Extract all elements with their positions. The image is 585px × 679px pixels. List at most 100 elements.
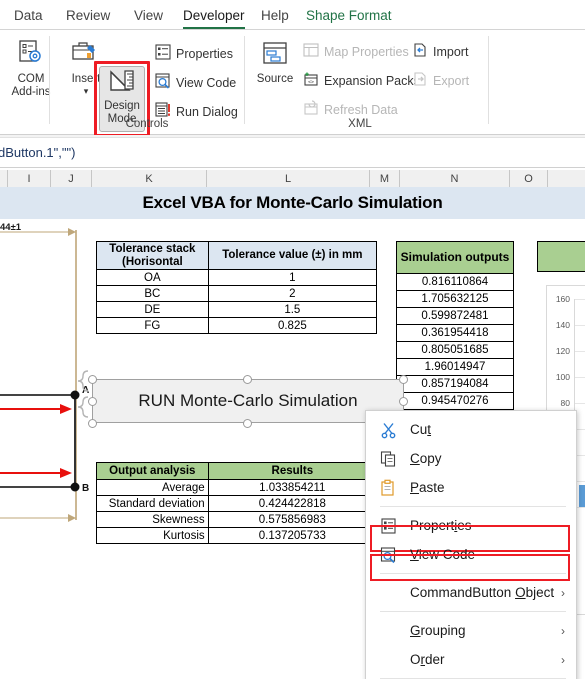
table-row[interactable]: 0.945470276 (396, 392, 514, 410)
histogram-bar (579, 485, 585, 507)
selection-handle-bottom-center[interactable] (243, 419, 252, 428)
column-header-j[interactable]: J (51, 170, 92, 187)
column-header-p[interactable] (548, 170, 585, 187)
selection-handle-top-center[interactable] (243, 375, 252, 384)
excel-window: Data Review View Developer Help Shape Fo… (0, 0, 585, 679)
table-row[interactable]: 0.857194084 (396, 375, 514, 393)
tolerance-row-value: 0.825 (207, 317, 378, 335)
svg-text:<>: <> (308, 80, 314, 86)
context-menu-item-properties[interactable]: Properties (366, 511, 576, 540)
analysis-row-name: Skewness (96, 511, 209, 528)
table-row[interactable]: 0.816110864 (396, 273, 514, 291)
ribbon-group-divider-1 (49, 36, 50, 124)
table-row[interactable]: 0.361954418 (396, 324, 514, 342)
context-menu-separator (380, 506, 566, 507)
design-mode-label-line1: Design (104, 100, 140, 113)
column-header-m[interactable]: M (370, 170, 400, 187)
properties-icon (380, 517, 397, 534)
export-icon (412, 71, 428, 90)
tab-help-label: Help (261, 7, 289, 23)
run-monte-carlo-button[interactable]: RUN Monte-Carlo Simulation (92, 379, 404, 423)
properties-icon (155, 44, 171, 63)
selection-handle-middle-left[interactable] (88, 397, 97, 406)
context-menu-item-commandbutton-object[interactable]: CommandButton Object › (366, 578, 576, 607)
gridline (575, 299, 585, 300)
formula-bar-text[interactable]: dButton.1","") (0, 145, 75, 160)
tab-shape-format[interactable]: Shape Format (300, 0, 398, 30)
column-header-row: I J K L M N O (0, 170, 585, 187)
tab-view[interactable]: View (128, 0, 169, 30)
column-header-l[interactable]: L (207, 170, 370, 187)
selection-handle-top-left[interactable] (88, 375, 97, 384)
column-header-k-label: K (145, 172, 153, 185)
column-header-k[interactable]: K (92, 170, 207, 187)
table-header-row: Simulation outputs (396, 241, 514, 274)
context-menu-label: Paste (410, 480, 445, 495)
context-menu-item-cut[interactable]: Cut (366, 415, 576, 444)
context-menu-item-paste[interactable]: Paste (366, 473, 576, 502)
view-code-ribbon-label: View Code (176, 75, 237, 90)
table-row[interactable]: 0.805051685 (396, 341, 514, 359)
table-row[interactable]: BC 2 (96, 285, 378, 303)
expansion-packs-icon: <> (303, 71, 319, 90)
analysis-row-value: 0.137205733 (207, 527, 378, 544)
context-menu[interactable]: Cut Copy Paste Properties View Code Comm… (365, 410, 577, 679)
simulation-output-value: 0.361954418 (396, 324, 514, 342)
table-row[interactable]: Standard deviation 0.424422818 (96, 495, 378, 512)
selection-handle-top-right[interactable] (399, 375, 408, 384)
table-row[interactable]: Average 1.033854211 (96, 479, 378, 496)
column-header-partial[interactable] (0, 170, 8, 187)
context-menu-item-view-code[interactable]: View Code (366, 540, 576, 569)
xml-source-button[interactable]: Source (250, 40, 300, 86)
y-axis-tick: 120 (555, 346, 570, 356)
ribbon-body: COM Add-ins Insert ▾ Design Mode Propert… (0, 30, 585, 137)
tolerance-row-value: 1 (207, 269, 378, 287)
output-analysis-header: Output analysis (96, 462, 209, 480)
table-row[interactable]: 1.705632125 (396, 290, 514, 308)
y-axis-tick: 140 (555, 320, 570, 330)
column-header-n[interactable]: N (400, 170, 510, 187)
xml-import-button[interactable]: Import (412, 42, 468, 61)
column-header-o-label: O (524, 172, 533, 185)
context-menu-separator (380, 611, 566, 612)
column-header-i[interactable]: I (8, 170, 51, 187)
diagram-label-b: B (82, 483, 89, 494)
selection-handle-bottom-left[interactable] (88, 419, 97, 428)
context-menu-item-order[interactable]: Order › (366, 645, 576, 674)
y-axis-tick: 100 (555, 372, 570, 382)
simulation-outputs-table: Simulation outputs 0.816110864 1.7056321… (396, 241, 514, 435)
properties-ribbon-button[interactable]: Properties (155, 44, 233, 63)
import-icon (412, 42, 428, 61)
column-header-o[interactable]: O (510, 170, 548, 187)
analysis-row-value: 0.424422818 (207, 495, 378, 512)
context-menu-item-grouping[interactable]: Grouping › (366, 616, 576, 645)
analysis-row-name: Average (96, 479, 209, 496)
tolerance-stack-header: Tolerance stack (Horisontal (96, 240, 209, 271)
table-row[interactable]: FG 0.825 (96, 317, 378, 335)
context-menu-label: CommandButton Object (410, 585, 555, 600)
expansion-packs-button[interactable]: <> Expansion Packs (303, 71, 420, 90)
tab-review[interactable]: Review (60, 0, 116, 30)
tab-data[interactable]: Data (8, 0, 49, 30)
simulation-output-value: 1.96014947 (396, 358, 514, 376)
run-button-label: RUN Monte-Carlo Simulation (138, 391, 358, 410)
chevron-right-icon: › (561, 585, 565, 600)
table-row[interactable]: OA 1 (96, 269, 378, 287)
selection-handle-middle-right[interactable] (399, 397, 408, 406)
tab-help[interactable]: Help (255, 0, 295, 30)
xml-import-label: Import (433, 44, 469, 59)
tab-developer[interactable]: Developer (177, 0, 251, 30)
com-add-ins-label-line2: Add-ins (11, 86, 51, 99)
context-menu-item-copy[interactable]: Copy (366, 444, 576, 473)
table-row[interactable]: 1.96014947 (396, 358, 514, 376)
view-code-ribbon-button[interactable]: View Code (155, 73, 236, 92)
table-row[interactable]: Skewness 0.575856983 (96, 511, 378, 528)
table-row[interactable]: Kurtosis 0.137205733 (96, 527, 378, 544)
context-menu-label: Properties (410, 518, 472, 533)
chevron-down-icon[interactable]: ▾ (84, 86, 89, 96)
table-row[interactable]: DE 1.5 (96, 301, 378, 319)
table-header-row: Tolerance stack (Horisontal Tolerance va… (96, 240, 378, 271)
table-row[interactable]: 0.599872481 (396, 307, 514, 325)
context-menu-label: Cut (410, 422, 432, 437)
formula-bar[interactable]: dButton.1","") (0, 138, 585, 168)
